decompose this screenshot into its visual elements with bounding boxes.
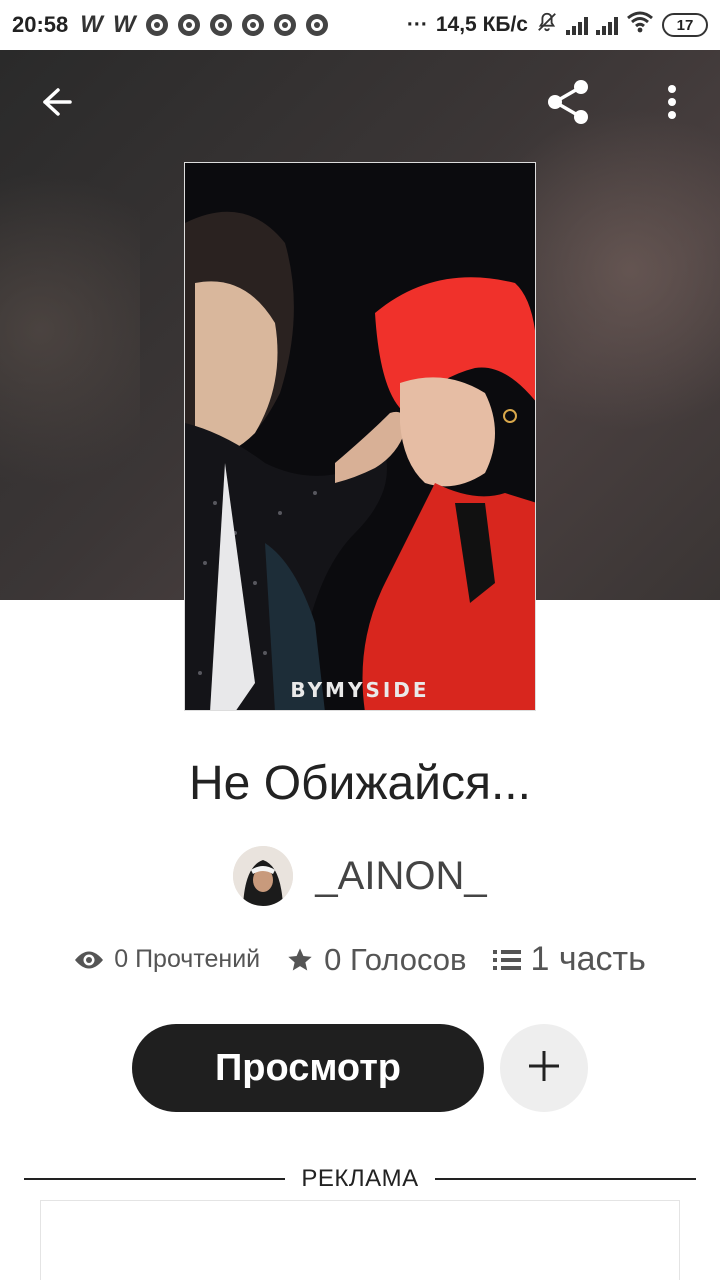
back-button[interactable]	[28, 76, 84, 132]
star-icon	[286, 946, 314, 974]
cover-caption: BYMYSIDE	[290, 678, 430, 702]
cover-artwork	[185, 163, 535, 710]
parts-count: 1 часть	[530, 940, 646, 978]
story-title: Не Обижайся...	[189, 757, 531, 810]
share-icon	[543, 77, 593, 132]
chrome-notification-icon	[177, 14, 200, 36]
author-name[interactable]: _AINON_	[315, 854, 486, 899]
wattpad-notification-icon: W	[80, 11, 103, 38]
eye-icon	[74, 949, 104, 971]
view-button[interactable]: Просмотр	[132, 1024, 484, 1112]
divider-line	[434, 1178, 697, 1180]
parts-stat: 1 часть	[492, 940, 646, 979]
reads-stat: 0 Прочтений	[74, 945, 260, 974]
wifi-icon	[626, 11, 654, 39]
author-row[interactable]: _AINON_	[0, 846, 720, 906]
chrome-notification-icon	[305, 14, 328, 36]
avatar-image	[233, 846, 294, 906]
share-button[interactable]	[540, 76, 596, 132]
story-stats: 0 Прочтений 0 Голосов 1 часть	[0, 940, 720, 979]
story-cover-image[interactable]: BYMYSIDE	[184, 162, 536, 711]
votes-stat: 0 Голосов	[286, 941, 467, 978]
add-to-library-button[interactable]	[500, 1024, 588, 1112]
wattpad-notification-icon: W	[112, 11, 136, 38]
arrow-left-icon	[38, 84, 74, 125]
more-vert-icon	[666, 84, 678, 125]
more-options-button[interactable]	[644, 76, 700, 132]
network-speed: 14,5 КБ/с	[435, 13, 528, 36]
signal-strength-icon	[566, 15, 588, 35]
battery-icon: 17	[662, 13, 708, 37]
chrome-notification-icon	[273, 14, 296, 36]
bell-muted-icon	[536, 11, 558, 39]
chrome-notification-icon	[209, 14, 232, 36]
chrome-notification-icon	[241, 14, 264, 36]
status-bar: 20:58 W W ··· 14,5 КБ/с 17	[0, 0, 720, 50]
signal-strength-icon	[596, 15, 618, 35]
author-avatar[interactable]	[233, 846, 294, 906]
votes-count: 0 Голосов	[324, 941, 467, 977]
more-notifications-icon: ···	[406, 13, 428, 36]
chrome-notification-icon	[145, 14, 168, 36]
list-icon	[492, 948, 521, 972]
divider-line	[24, 1178, 286, 1180]
reads-count: 0 Прочтений	[114, 945, 261, 973]
status-time: 20:58	[12, 12, 69, 37]
ad-divider: РЕКЛАМА	[24, 1162, 697, 1196]
plus-icon	[527, 1049, 561, 1088]
ad-slot[interactable]	[40, 1200, 680, 1280]
ad-label: РЕКЛАМА	[301, 1165, 419, 1192]
